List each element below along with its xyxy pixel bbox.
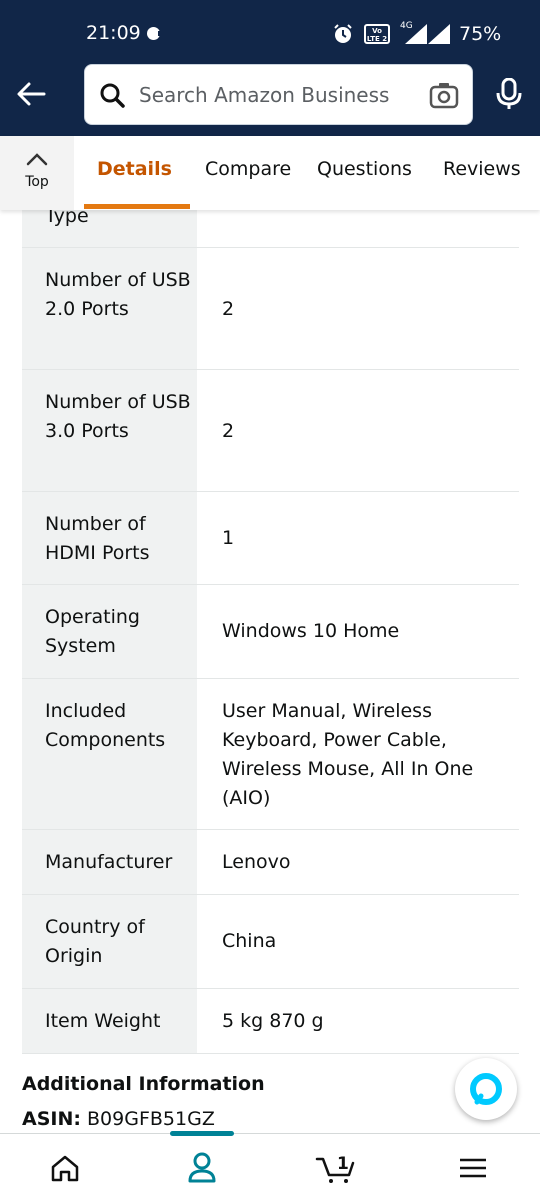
spec-value: Lenovo	[222, 851, 291, 873]
table-row: Manufacturer Lenovo	[22, 830, 519, 895]
bottom-nav: 1	[0, 1131, 540, 1200]
spec-value: 2	[222, 298, 235, 320]
cart-count: 1	[337, 1154, 349, 1174]
spec-key: Item Weight	[45, 1010, 161, 1032]
asin-label: ASIN:	[22, 1108, 81, 1130]
table-row: Country of Origin China	[22, 895, 519, 989]
asin-value: B09GFB51GZ	[87, 1108, 215, 1130]
person-icon[interactable]	[187, 1151, 217, 1183]
spec-key: Included Components	[45, 700, 166, 751]
scroll-top-button[interactable]: Top	[0, 136, 74, 210]
spec-key: Number of USB 3.0 Ports	[45, 391, 191, 442]
table-row: Number of USB 2.0 Ports 2	[22, 248, 519, 370]
spec-value: 5 kg 870 g	[222, 1010, 324, 1032]
tab-reviews[interactable]: Reviews	[443, 158, 521, 180]
active-tab-indicator	[84, 204, 190, 209]
spec-value: User Manual, Wireless Keyboard, Power Ca…	[222, 700, 474, 809]
spec-key: Number of HDMI Ports	[45, 513, 150, 564]
spec-value: 1	[222, 527, 235, 549]
menu-icon[interactable]	[459, 1156, 487, 1180]
table-row: Number of USB 3.0 Ports 2	[22, 370, 519, 492]
product-tab-bar: Top Details Compare Questions Reviews	[0, 136, 540, 210]
tab-questions[interactable]: Questions	[317, 158, 412, 180]
asin-row: ASIN: B09GFB51GZ	[22, 1108, 215, 1130]
spec-key: Country of Origin	[45, 916, 145, 967]
alexa-icon	[470, 1073, 502, 1105]
spec-key: Operating System	[45, 606, 140, 657]
spec-value: China	[222, 930, 277, 952]
tab-compare[interactable]: Compare	[205, 158, 291, 180]
spec-value: Windows 10 Home	[222, 620, 400, 642]
spec-key: Manufacturer	[45, 851, 173, 873]
alexa-button[interactable]	[455, 1058, 517, 1120]
spec-value: 2	[222, 420, 235, 442]
home-icon[interactable]	[50, 1154, 80, 1182]
table-row: Included Components User Manual, Wireles…	[22, 679, 519, 830]
table-row: Number of HDMI Ports 1	[22, 492, 519, 585]
additional-info-heading: Additional Information	[22, 1073, 265, 1095]
cart-icon[interactable]: 1	[315, 1151, 357, 1185]
scroll-top-label: Top	[25, 174, 49, 190]
chevron-up-icon	[26, 153, 48, 166]
screen: 21:09 Vo LTE 2 4G 75% Search Amazon Busi…	[0, 0, 540, 1200]
active-nav-indicator	[170, 1131, 234, 1136]
table-row: Operating System Windows 10 Home	[22, 585, 519, 679]
table-row: Item Weight 5 kg 870 g	[22, 989, 519, 1054]
tab-details[interactable]: Details	[97, 158, 172, 180]
spec-key: Number of USB 2.0 Ports	[45, 269, 191, 320]
